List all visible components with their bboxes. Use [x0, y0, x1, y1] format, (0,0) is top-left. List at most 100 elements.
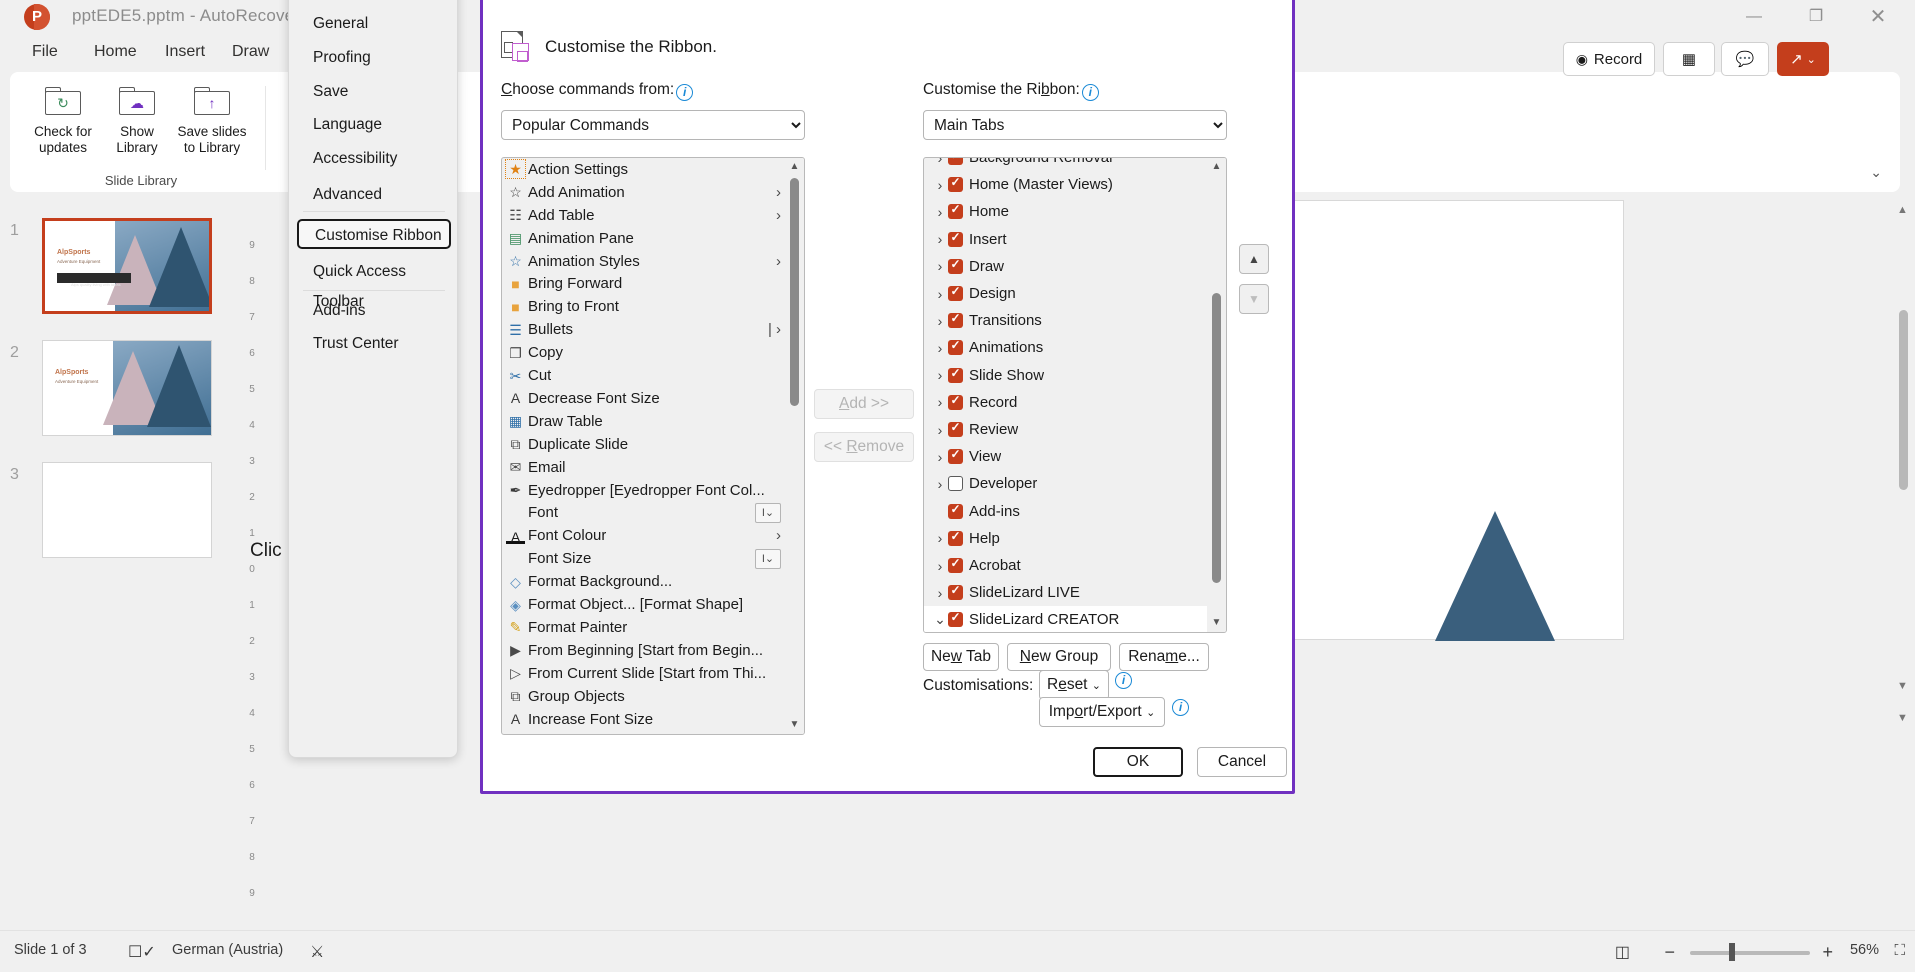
remove-button[interactable]: << Remove: [814, 432, 914, 462]
submenu-chevron-icon[interactable]: ›: [776, 207, 781, 224]
chevron-right-icon[interactable]: ›: [932, 204, 948, 220]
ribbon-tab-list-item[interactable]: › Animations: [924, 334, 1207, 361]
nav-item-quick-access-toolbar[interactable]: Quick Access Toolbar: [297, 257, 451, 310]
command-list-item[interactable]: ⧉ Group Objects: [502, 685, 785, 708]
chevron-right-icon[interactable]: ›: [932, 177, 948, 193]
command-list-item[interactable]: ❐ Copy: [502, 341, 785, 364]
submenu-chevron-icon[interactable]: | ›: [768, 321, 781, 338]
command-list-item[interactable]: ◈ Format Object... [Format Shape]: [502, 593, 785, 616]
comment-icon[interactable]: 💬: [1721, 42, 1769, 76]
scroll-up-icon[interactable]: ▲: [1207, 158, 1226, 176]
tab-checkbox[interactable]: [948, 529, 963, 546]
save-slides-to-library-button[interactable]: ↑ Save slides to Library: [166, 80, 258, 156]
command-list-item[interactable]: A Font Colour ›: [502, 524, 785, 547]
choose-commands-from-select[interactable]: Popular CommandsAll CommandsCommands Not…: [501, 110, 805, 140]
reset-button[interactable]: Reset ⌄: [1039, 670, 1109, 700]
chevron-right-icon[interactable]: ›: [932, 476, 948, 492]
teams-icon[interactable]: ▦: [1663, 42, 1715, 76]
tab-checkbox[interactable]: [948, 230, 963, 247]
command-list-item[interactable]: Font Size I⌄: [502, 547, 785, 570]
tab-checkbox[interactable]: [948, 447, 963, 465]
chevron-right-icon[interactable]: ›: [932, 558, 948, 574]
ribbon-collapse-icon[interactable]: ⌄: [1870, 164, 1882, 181]
check-for-updates-button[interactable]: ↻ Check for updates: [24, 80, 102, 156]
views-icon[interactable]: ◫: [1615, 942, 1630, 962]
tab-checkbox[interactable]: [948, 556, 963, 574]
tab-checkbox[interactable]: [948, 393, 963, 410]
submenu-chevron-icon[interactable]: ›: [776, 253, 781, 270]
close-button[interactable]: ✕: [1855, 0, 1901, 34]
chevron-right-icon[interactable]: ›: [932, 258, 948, 274]
command-list-item[interactable]: ☆ Animation Styles ›: [502, 250, 785, 273]
tab-checkbox[interactable]: [948, 175, 963, 193]
zoom-out-button[interactable]: −: [1664, 942, 1675, 963]
share-button[interactable]: ↗ ⌄: [1777, 42, 1829, 76]
command-list-item[interactable]: ☆ Add Animation ›: [502, 181, 785, 204]
slide-thumbnail-pane[interactable]: 1 AlpSports Adventure Equipment Alps qua…: [0, 200, 240, 930]
ribbon-tab-list-item[interactable]: › Slide Show: [924, 362, 1207, 389]
move-down-icon[interactable]: ▼: [1239, 284, 1269, 314]
commands-listbox-scrollbar[interactable]: ▲ ▼: [785, 158, 804, 734]
ribbon-tab-list-item[interactable]: › Background Removal: [924, 158, 1207, 171]
command-list-item[interactable]: ▶ From Beginning [Start from Begin...: [502, 639, 785, 662]
chevron-right-icon[interactable]: ›: [932, 394, 948, 410]
chevron-right-icon[interactable]: ›: [932, 340, 948, 356]
command-list-item[interactable]: ▤ Animation Pane: [502, 227, 785, 250]
fit-to-window-icon[interactable]: ⛶: [1894, 942, 1905, 959]
slide-preview[interactable]: AlpSports Adventure Equipment: [42, 340, 212, 436]
command-list-item[interactable]: A Increase Font Size: [502, 708, 785, 731]
scroll-down-icon[interactable]: ▼: [1207, 614, 1226, 632]
ribbon-tab-list-item[interactable]: › Home: [924, 198, 1207, 225]
vertical-scrollbar-thumb[interactable]: [1899, 310, 1908, 490]
minimize-button[interactable]: —: [1731, 0, 1777, 34]
chevron-right-icon[interactable]: ›: [932, 286, 948, 302]
dropdown-control-icon[interactable]: I⌄: [755, 548, 781, 569]
move-up-icon[interactable]: ▲: [1239, 244, 1269, 274]
command-list-item[interactable]: ☰ Bullets | ›: [502, 318, 785, 341]
chevron-right-icon[interactable]: ›: [932, 158, 948, 166]
ribbon-tab-list-item[interactable]: › Insert: [924, 226, 1207, 253]
ribbon-tab-list-item[interactable]: › Review: [924, 416, 1207, 443]
ribbon-tabs-listbox-scrollbar[interactable]: ▲ ▼: [1207, 158, 1226, 632]
command-list-item[interactable]: ⧉ Duplicate Slide: [502, 433, 785, 456]
command-list-item[interactable]: ◇ Format Background...: [502, 570, 785, 593]
scroll-down-icon[interactable]: ▼: [1897, 680, 1908, 692]
ribbon-tab-list-item[interactable]: › Design: [924, 280, 1207, 307]
tab-home[interactable]: Home: [84, 38, 147, 66]
tab-checkbox[interactable]: [948, 158, 963, 166]
ribbon-tab-list-item[interactable]: › Home (Master Views): [924, 171, 1207, 198]
ribbon-tabs-listbox[interactable]: ›Background Removal›Home (Master Views)›…: [923, 157, 1227, 633]
scrollbar-thumb[interactable]: [1212, 293, 1221, 583]
info-icon[interactable]: i: [1081, 84, 1099, 101]
ribbon-tab-list-item[interactable]: › Transitions: [924, 307, 1207, 334]
accessibility-icon[interactable]: ⚔: [310, 942, 324, 962]
ribbon-tab-list-item[interactable]: › Developer: [924, 470, 1207, 497]
nav-item-add-ins[interactable]: Add-ins: [297, 296, 451, 326]
chevron-right-icon[interactable]: ›: [932, 449, 948, 465]
slide-preview[interactable]: [42, 462, 212, 558]
notes-icon[interactable]: ☐✓: [128, 942, 156, 962]
tab-file[interactable]: File: [22, 38, 68, 66]
ok-button[interactable]: OK: [1093, 747, 1183, 777]
nav-item-trust-center[interactable]: Trust Center: [297, 329, 451, 359]
slide-preview[interactable]: AlpSports Adventure Equipment Alps quali…: [42, 218, 212, 314]
command-list-item[interactable]: ★ Action Settings: [502, 158, 785, 181]
command-list-item[interactable]: ✎ Format Painter: [502, 616, 785, 639]
zoom-slider[interactable]: [1690, 951, 1810, 955]
info-icon[interactable]: i: [1115, 672, 1132, 689]
scroll-down-icon[interactable]: ▼: [785, 716, 804, 734]
rename-button[interactable]: Rename...: [1119, 643, 1209, 671]
nav-item-advanced[interactable]: Advanced: [297, 180, 451, 210]
tab-checkbox[interactable]: [948, 311, 963, 329]
submenu-chevron-icon[interactable]: ›: [776, 184, 781, 201]
next-slide-icon[interactable]: ▼: [1897, 712, 1908, 724]
ribbon-tab-list-item[interactable]: › SlideLizard LIVE: [924, 579, 1207, 606]
chevron-right-icon[interactable]: ›: [932, 313, 948, 329]
chevron-right-icon[interactable]: ›: [932, 367, 948, 383]
ribbon-tab-list-item[interactable]: Add-ins: [924, 498, 1207, 525]
zoom-in-button[interactable]: +: [1822, 942, 1833, 963]
info-icon[interactable]: i: [1172, 699, 1189, 716]
cancel-button[interactable]: Cancel: [1197, 747, 1287, 777]
command-list-item[interactable]: ✂ Cut: [502, 364, 785, 387]
tab-checkbox[interactable]: [948, 420, 963, 438]
